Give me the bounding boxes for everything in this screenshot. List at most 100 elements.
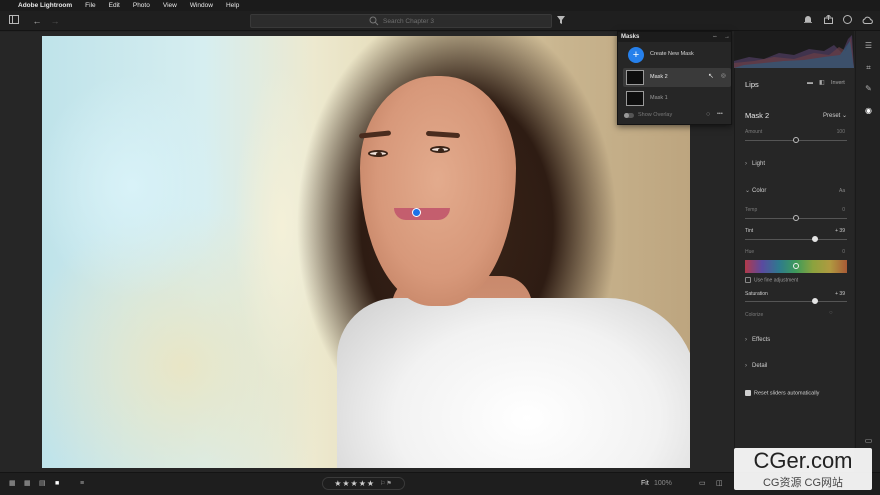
reset-sliders-row[interactable]: Reset sliders automatically	[745, 390, 819, 396]
masks-close-icon[interactable]: →	[724, 32, 730, 42]
hue-value: 0	[842, 249, 845, 255]
reset-sliders-checkbox[interactable]	[745, 390, 751, 396]
amount-value: 100	[836, 129, 845, 135]
menu-window[interactable]: Window	[190, 2, 213, 9]
detail-section-toggle[interactable]: › Detail	[745, 363, 767, 369]
photo-canvas[interactable]	[42, 36, 690, 468]
reset-sliders-label: Reset sliders automatically	[754, 390, 820, 397]
star-rating[interactable]: ★★★★★ ⚐⚑	[322, 477, 405, 490]
masks-panel: Masks ⇔ → + Create New Mask Mask 2 ↖ ◎ M…	[617, 31, 732, 125]
temp-knob[interactable]	[793, 215, 799, 221]
amount-track[interactable]	[745, 137, 847, 143]
photo-eye-right	[430, 146, 450, 153]
photo-eye-left	[368, 150, 388, 157]
photo-shirt	[337, 298, 690, 468]
rating-stars[interactable]: ★★★★★	[334, 479, 375, 488]
tint-knob[interactable]	[812, 236, 818, 242]
single-view-icon[interactable]: ■	[55, 480, 64, 488]
notifications-bell-icon[interactable]	[802, 15, 814, 27]
before-after-icon[interactable]: ◫	[716, 480, 725, 488]
color-section-toggle[interactable]: ⌄ Color	[745, 187, 766, 194]
crop-icon[interactable]: ⌗	[863, 62, 874, 73]
back-arrow-icon[interactable]: ←	[31, 15, 43, 27]
amount-label: Amount	[745, 129, 763, 135]
square-grid-icon[interactable]: ▦	[24, 480, 33, 488]
healing-brush-icon[interactable]: ✎	[863, 83, 874, 94]
show-overlay-label: Show Overlay	[638, 112, 673, 118]
zoom-level-dropdown[interactable]: 100%	[654, 480, 672, 487]
forward-arrow-icon[interactable]: →	[49, 15, 61, 27]
lightroom-window: Adobe Lightroom File Edit Photo View Win…	[0, 0, 880, 495]
help-icon[interactable]	[841, 15, 853, 27]
more-options-icon[interactable]: •••	[717, 111, 723, 117]
preset-dropdown[interactable]: Preset ⌄	[823, 112, 847, 119]
mask-item-mask-1[interactable]: Mask 1	[623, 89, 731, 108]
tint-track[interactable]	[745, 236, 847, 242]
menu-help[interactable]: Help	[226, 2, 239, 9]
cursor-arrow-icon: ↖	[708, 73, 714, 80]
fine-adjust-row[interactable]: Use fine adjustment	[745, 277, 798, 283]
zoom-fit-button[interactable]: Fit	[641, 480, 649, 487]
create-new-mask-label[interactable]: Create New Mask	[650, 51, 694, 57]
masks-panel-header: Masks ⇔ →	[618, 32, 731, 42]
invert-label[interactable]: Invert	[831, 80, 845, 86]
menu-app-name[interactable]: Adobe Lightroom	[18, 2, 72, 9]
temp-track[interactable]	[745, 215, 847, 221]
comment-icon[interactable]: ▬	[807, 80, 813, 86]
compare-view-icon[interactable]: ▭	[699, 480, 708, 488]
mask-item-mask-2[interactable]: Mask 2 ↖ ◎	[623, 68, 731, 87]
fine-adjust-checkbox[interactable]	[745, 277, 751, 283]
cloud-sync-icon[interactable]	[861, 15, 873, 27]
hue-color-bar[interactable]	[745, 260, 847, 273]
detail-label: Detail	[752, 363, 768, 369]
overlay-color-icon[interactable]: ○	[706, 111, 710, 118]
watermark-site: CGer.com	[753, 448, 853, 473]
search-input[interactable]: Search Chapter 3	[250, 14, 552, 28]
sort-icon[interactable]: ≡	[80, 480, 89, 488]
flag-icon[interactable]: ⚐⚑	[380, 480, 393, 487]
saturation-label: Saturation	[745, 291, 768, 297]
search-placeholder: Search Chapter 3	[383, 17, 434, 25]
menu-view[interactable]: View	[163, 2, 177, 9]
amount-knob[interactable]	[793, 137, 799, 143]
colorize-swatch-icon[interactable]: ○	[829, 310, 833, 316]
temp-value: 0	[842, 207, 845, 213]
share-icon[interactable]	[822, 14, 834, 27]
panel-toggle-icon[interactable]	[8, 15, 20, 27]
histogram-graph	[734, 35, 854, 68]
masking-icon[interactable]: ◉	[863, 105, 874, 116]
mask-pin-icon[interactable]	[412, 208, 421, 217]
menu-bar: Adobe Lightroom File Edit Photo View Win…	[0, 0, 880, 11]
mask-1-thumbnail	[626, 91, 644, 106]
mask-visibility-eye-icon[interactable]: ◎	[721, 73, 726, 79]
light-section-toggle[interactable]: › Light	[745, 161, 765, 167]
menu-edit[interactable]: Edit	[109, 2, 120, 9]
edit-sliders-icon[interactable]: ☰	[863, 40, 874, 51]
photo-lips	[394, 208, 450, 220]
fine-adjust-label: Use fine adjustment	[754, 277, 799, 284]
effects-label: Effects	[752, 337, 771, 343]
detail-view-icon[interactable]: ▤	[39, 480, 48, 488]
comments-icon[interactable]: ▭	[863, 435, 874, 446]
invert-icon[interactable]: ◧	[819, 79, 825, 86]
saturation-knob[interactable]	[812, 298, 818, 304]
masks-collapse-icon[interactable]: ⇔	[712, 32, 718, 42]
grid-view-icon[interactable]: ▦	[9, 480, 18, 488]
show-overlay-toggle[interactable]	[624, 112, 634, 118]
mask-2-thumbnail	[626, 70, 644, 85]
temp-label: Temp	[745, 207, 758, 213]
mask-2-label: Mask 2	[650, 74, 668, 80]
left-gutter	[0, 32, 42, 472]
right-tool-strip: ☰ ⌗ ✎ ◉ ▭	[855, 31, 880, 472]
menu-photo[interactable]: Photo	[133, 2, 150, 9]
effects-section-toggle[interactable]: › Effects	[745, 337, 770, 343]
search-icon	[369, 16, 379, 26]
show-overlay-row[interactable]: Show Overlay	[624, 112, 672, 118]
filter-icon[interactable]	[555, 15, 567, 27]
panel-header-lips: Lips	[745, 80, 759, 89]
menu-file[interactable]: File	[85, 2, 95, 9]
hue-knob[interactable]	[793, 263, 799, 269]
histogram	[734, 31, 854, 68]
create-new-mask-button[interactable]: +	[628, 47, 644, 63]
saturation-track[interactable]	[745, 298, 847, 304]
